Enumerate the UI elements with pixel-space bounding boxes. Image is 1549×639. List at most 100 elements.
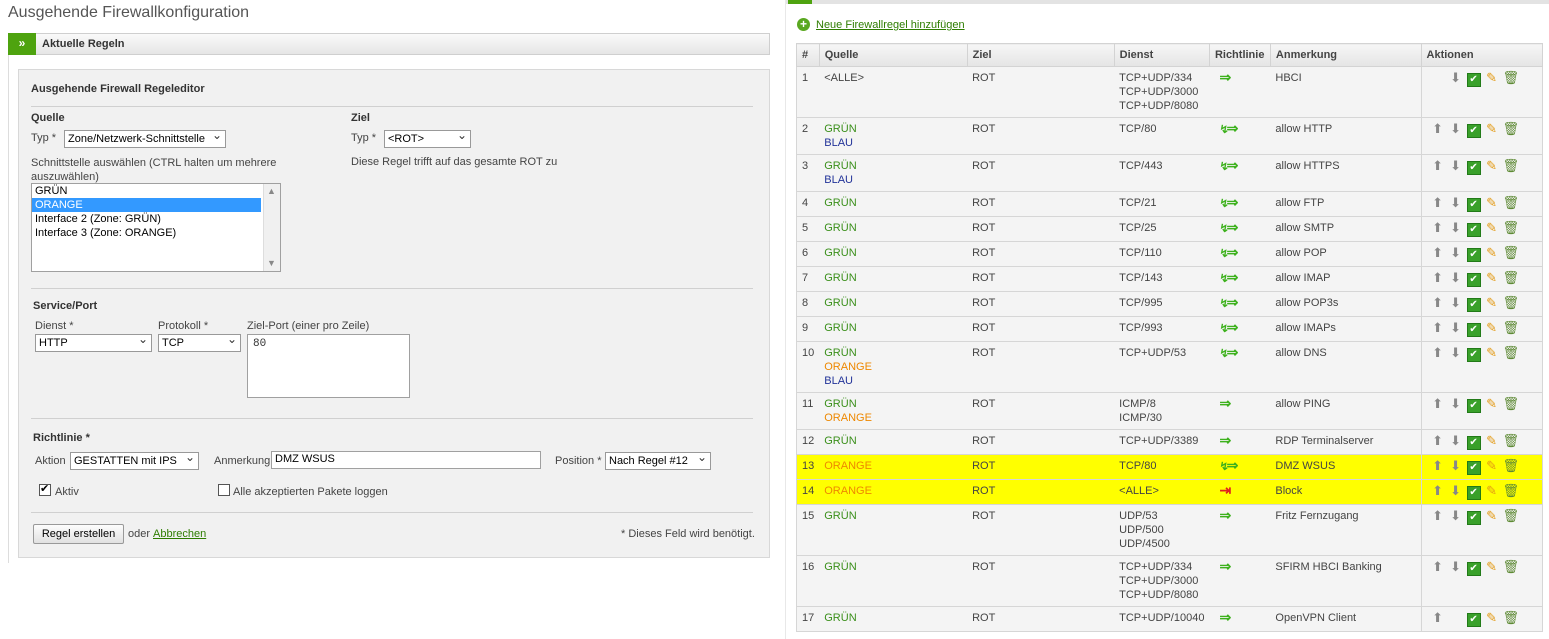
interface-option[interactable]: Interface 3 (Zone: ORANGE) (32, 226, 261, 240)
delete-icon[interactable]: 🗑 (1503, 246, 1520, 260)
port-textarea[interactable]: 80 (247, 334, 410, 398)
enable-toggle-icon[interactable]: ✔ (1466, 436, 1481, 450)
edit-icon[interactable]: ✎ (1485, 321, 1499, 335)
edit-icon[interactable]: ✎ (1485, 71, 1499, 85)
move-up-icon[interactable]: ⬆ (1431, 346, 1445, 360)
edit-icon[interactable]: ✎ (1485, 434, 1499, 448)
move-down-icon[interactable]: ⬇ (1449, 271, 1463, 285)
target-type-select[interactable]: <ROT> (384, 130, 471, 148)
delete-icon[interactable]: 🗑 (1503, 71, 1520, 85)
log-checkbox[interactable] (218, 484, 230, 496)
enable-toggle-icon[interactable]: ✔ (1466, 461, 1481, 475)
enable-toggle-icon[interactable]: ✔ (1466, 198, 1481, 212)
enable-toggle-icon[interactable]: ✔ (1466, 73, 1481, 87)
move-up-icon[interactable]: ⬆ (1431, 296, 1445, 310)
create-rule-button[interactable]: Regel erstellen (33, 524, 124, 544)
dienst-select[interactable]: HTTP (35, 334, 152, 352)
enable-toggle-icon[interactable]: ✔ (1466, 298, 1481, 312)
anmerkung-input[interactable]: DMZ WSUS (271, 451, 541, 469)
delete-icon[interactable]: 🗑 (1503, 221, 1520, 235)
delete-icon[interactable]: 🗑 (1503, 271, 1520, 285)
enable-toggle-icon[interactable]: ✔ (1466, 399, 1481, 413)
move-down-icon[interactable]: ⬇ (1449, 122, 1463, 136)
edit-icon[interactable]: ✎ (1485, 397, 1499, 411)
move-up-icon[interactable]: ⬆ (1431, 484, 1445, 498)
protokoll-select[interactable]: TCP (158, 334, 241, 352)
move-down-icon[interactable]: ⬇ (1449, 484, 1463, 498)
edit-icon[interactable]: ✎ (1485, 159, 1499, 173)
add-icon[interactable]: + (797, 18, 810, 31)
move-up-icon[interactable]: ⬆ (1431, 611, 1445, 625)
interface-option[interactable]: Interface 2 (Zone: GRÜN) (32, 212, 261, 226)
move-down-icon[interactable]: ⬇ (1449, 196, 1463, 210)
move-up-icon[interactable]: ⬆ (1431, 196, 1445, 210)
edit-icon[interactable]: ✎ (1485, 271, 1499, 285)
interface-listbox[interactable]: GRÜN ORANGE Interface 2 (Zone: GRÜN) Interf… (31, 183, 281, 272)
scroll-up-icon[interactable]: ▲ (267, 186, 276, 196)
delete-icon[interactable]: 🗑 (1503, 560, 1520, 574)
delete-icon[interactable]: 🗑 (1503, 196, 1520, 210)
column-header[interactable]: Anmerkung (1269, 43, 1422, 67)
edit-icon[interactable]: ✎ (1485, 196, 1499, 210)
source-type-select[interactable]: Zone/Netzwerk-Schnittstelle (64, 130, 226, 148)
move-up-icon[interactable]: ⬆ (1431, 221, 1445, 235)
move-up-icon[interactable]: ⬆ (1431, 246, 1445, 260)
aktiv-checkbox[interactable] (39, 482, 51, 496)
enable-toggle-icon[interactable]: ✔ (1466, 124, 1481, 138)
column-header[interactable]: Aktionen (1420, 43, 1544, 67)
move-up-icon[interactable]: ⬆ (1431, 560, 1445, 574)
column-header[interactable]: Dienst (1113, 43, 1210, 67)
listbox-scrollbar[interactable]: ▲ ▼ (263, 184, 280, 271)
delete-icon[interactable]: 🗑 (1503, 397, 1520, 411)
move-down-icon[interactable]: ⬇ (1449, 296, 1463, 310)
move-down-icon[interactable]: ⬇ (1449, 321, 1463, 335)
edit-icon[interactable]: ✎ (1485, 122, 1499, 136)
column-header[interactable]: Quelle (818, 43, 968, 67)
move-up-icon[interactable]: ⬆ (1431, 122, 1445, 136)
move-down-icon[interactable]: ⬇ (1449, 509, 1463, 523)
cancel-link[interactable]: Abbrechen (153, 528, 206, 540)
edit-icon[interactable]: ✎ (1485, 459, 1499, 473)
move-down-icon[interactable]: ⬇ (1449, 397, 1463, 411)
enable-toggle-icon[interactable]: ✔ (1466, 348, 1481, 362)
column-header[interactable]: Richtlinie (1208, 43, 1271, 67)
move-down-icon[interactable]: ⬇ (1449, 71, 1463, 85)
enable-toggle-icon[interactable]: ✔ (1466, 223, 1481, 237)
enable-toggle-icon[interactable]: ✔ (1466, 511, 1481, 525)
edit-icon[interactable]: ✎ (1485, 560, 1499, 574)
edit-icon[interactable]: ✎ (1485, 611, 1499, 625)
edit-icon[interactable]: ✎ (1485, 221, 1499, 235)
enable-toggle-icon[interactable]: ✔ (1466, 273, 1481, 287)
move-up-icon[interactable]: ⬆ (1431, 271, 1445, 285)
interface-option[interactable]: GRÜN (32, 184, 261, 198)
delete-icon[interactable]: 🗑 (1503, 509, 1520, 523)
delete-icon[interactable]: 🗑 (1503, 611, 1520, 625)
edit-icon[interactable]: ✎ (1485, 246, 1499, 260)
move-down-icon[interactable]: ⬇ (1449, 246, 1463, 260)
enable-toggle-icon[interactable]: ✔ (1466, 486, 1481, 500)
enable-toggle-icon[interactable]: ✔ (1466, 562, 1481, 576)
move-down-icon[interactable]: ⬇ (1449, 560, 1463, 574)
interface-option[interactable]: ORANGE (32, 198, 261, 212)
delete-icon[interactable]: 🗑 (1503, 122, 1520, 136)
edit-icon[interactable]: ✎ (1485, 296, 1499, 310)
move-down-icon[interactable]: ⬇ (1449, 346, 1463, 360)
delete-icon[interactable]: 🗑 (1503, 296, 1520, 310)
move-down-icon[interactable]: ⬇ (1449, 459, 1463, 473)
move-up-icon[interactable]: ⬆ (1431, 159, 1445, 173)
column-header[interactable]: # (796, 43, 820, 67)
delete-icon[interactable]: 🗑 (1503, 434, 1520, 448)
delete-icon[interactable]: 🗑 (1503, 346, 1520, 360)
section-toggle-button[interactable]: » (8, 33, 36, 55)
delete-icon[interactable]: 🗑 (1503, 321, 1520, 335)
enable-toggle-icon[interactable]: ✔ (1466, 248, 1481, 262)
move-up-icon[interactable]: ⬆ (1431, 509, 1445, 523)
position-select[interactable]: Nach Regel #12 (605, 452, 711, 470)
edit-icon[interactable]: ✎ (1485, 346, 1499, 360)
delete-icon[interactable]: 🗑 (1503, 484, 1520, 498)
delete-icon[interactable]: 🗑 (1503, 159, 1520, 173)
delete-icon[interactable]: 🗑 (1503, 459, 1520, 473)
edit-icon[interactable]: ✎ (1485, 509, 1499, 523)
aktion-select[interactable]: GESTATTEN mit IPS (70, 452, 199, 470)
add-rule-link[interactable]: Neue Firewallregel hinzufügen (816, 19, 965, 31)
